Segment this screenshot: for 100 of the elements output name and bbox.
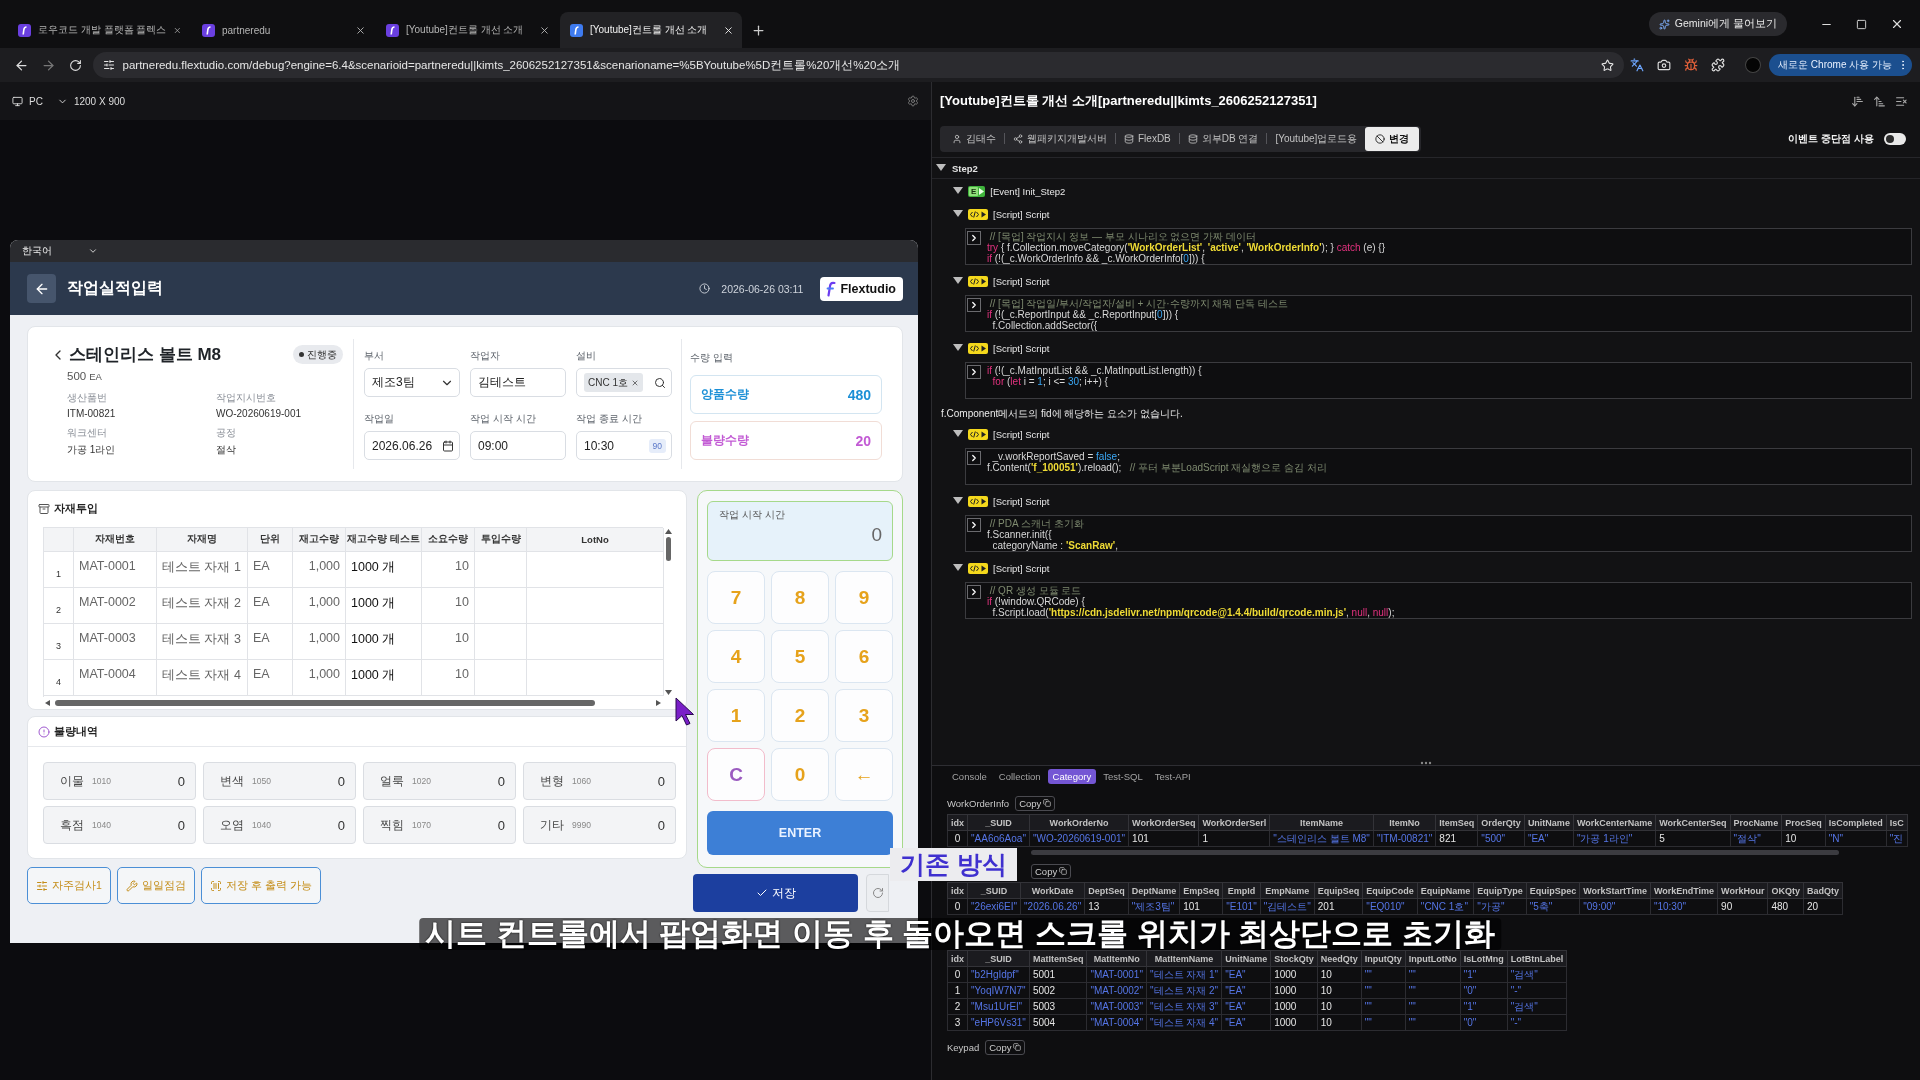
chevron-right-icon xyxy=(969,453,979,463)
toolbar-item[interactable]: 변경 xyxy=(1365,126,1420,151)
device-select[interactable]: PC xyxy=(12,95,43,107)
date-field[interactable]: 2026.06.26 xyxy=(364,431,460,460)
console-tab[interactable]: Console xyxy=(947,768,992,784)
maximize-icon[interactable] xyxy=(1856,18,1867,30)
close-icon[interactable] xyxy=(723,24,734,36)
save-button[interactable]: 저장 xyxy=(693,874,858,912)
gemini-button[interactable]: Gemini에게 물어보기 xyxy=(1648,12,1787,36)
back-icon[interactable] xyxy=(13,57,29,73)
caret-icon[interactable] xyxy=(953,430,963,438)
drag-handle-icon[interactable] xyxy=(1420,761,1432,765)
input-field[interactable]: 09:00 xyxy=(470,431,566,460)
forward-icon[interactable] xyxy=(40,57,56,73)
expand-button[interactable] xyxy=(967,518,981,532)
tree-item-label[interactable]: [Script] Script xyxy=(993,428,1050,440)
caret-icon[interactable] xyxy=(953,564,963,572)
vertical-scrollbar[interactable] xyxy=(663,527,674,697)
console-tab[interactable]: Test-SQL xyxy=(1098,768,1148,784)
tree-item-label[interactable]: [Event] Init_Step2 xyxy=(990,185,1066,197)
tree-item-label[interactable]: [Script] Script xyxy=(993,495,1050,507)
horizontal-scrollbar[interactable] xyxy=(1031,850,1839,855)
table-cell: 1000 xyxy=(1270,966,1318,983)
chevron-right-icon xyxy=(969,367,979,377)
defect-counter[interactable]: 얼룩 1020 0 xyxy=(363,762,516,800)
horizontal-scrollbar[interactable] xyxy=(43,697,663,709)
input-field[interactable]: 김테스트 xyxy=(470,368,566,397)
browser-tab[interactable]: 로우코드 개발 플랫폼 플렉스 xyxy=(8,12,190,48)
console-tab[interactable]: Collection xyxy=(993,768,1046,784)
back-button[interactable] xyxy=(27,274,56,303)
defect-counter[interactable]: 변형 1060 0 xyxy=(523,762,676,800)
toolbar-item[interactable]: 외부DB 연결 xyxy=(1179,125,1267,152)
tree-item-label[interactable]: [Script] Script xyxy=(993,275,1050,287)
sort-up-icon[interactable] xyxy=(1873,94,1886,108)
defect-counter[interactable]: 변색 1050 0 xyxy=(203,762,356,800)
table-cell: 101 xyxy=(1179,898,1223,915)
expand-button[interactable] xyxy=(967,451,981,465)
caret-icon[interactable] xyxy=(953,344,963,352)
quantity-box[interactable]: 양품수량 480 xyxy=(690,375,882,414)
star-icon[interactable] xyxy=(1600,58,1614,72)
caret-icon[interactable] xyxy=(953,277,963,285)
tree-item-label[interactable]: [Script] Script xyxy=(993,562,1050,574)
detail-label: 생산품번 xyxy=(67,391,108,405)
tree-item-label[interactable]: [Script] Script xyxy=(993,342,1050,354)
resolution-select[interactable]: 1200 X 900 xyxy=(56,95,126,107)
console-tab[interactable]: Category xyxy=(1047,768,1097,784)
translate-icon[interactable] xyxy=(1630,58,1645,72)
browser-tab[interactable]: partneredu xyxy=(192,12,374,48)
site-settings-icon[interactable] xyxy=(102,59,115,71)
update-button[interactable]: 새로운 Chrome 사용 가능 xyxy=(1769,54,1912,76)
script-badge-icon xyxy=(968,342,988,354)
table-cell: 10 xyxy=(1317,966,1362,983)
expand-button[interactable] xyxy=(967,231,981,245)
address-bar[interactable]: partneredu.flextudio.com/debug?engine=6.4&scenarioid=partneredu||kimts_2606252127351&scenarioname=%5BYoutube%5D컨트롤%20개선%20소개 xyxy=(92,52,1624,78)
tag-input-field[interactable]: CNC 1호 xyxy=(576,368,672,397)
defect-counter[interactable]: 기타 9990 0 xyxy=(523,806,676,844)
toolbar-item[interactable]: FlexDB xyxy=(1116,125,1179,152)
caret-icon[interactable] xyxy=(953,187,963,195)
defect-counter[interactable]: 이물 1010 0 xyxy=(43,762,196,800)
defect-code: 1040 xyxy=(252,820,271,830)
copy-button[interactable]: Copy xyxy=(985,1039,1026,1055)
time-field[interactable]: 10:30 90 xyxy=(576,431,672,460)
defect-counter[interactable]: 오염 1040 0 xyxy=(203,806,356,844)
expand-button[interactable] xyxy=(967,365,981,379)
language-select[interactable]: 한국어 xyxy=(22,244,98,258)
close-icon[interactable] xyxy=(355,24,366,36)
tag-chip[interactable]: CNC 1호 xyxy=(584,373,643,392)
copy-button[interactable]: Copy xyxy=(1031,863,1072,879)
enter-button[interactable]: ENTER xyxy=(707,811,893,855)
console-tab[interactable]: Test-API xyxy=(1149,768,1196,784)
quantity-box[interactable]: 불량수량 20 xyxy=(690,421,882,460)
breakpoint-toggle[interactable] xyxy=(1884,132,1906,145)
camera-icon[interactable] xyxy=(1657,58,1672,72)
close-icon[interactable] xyxy=(539,24,550,36)
toolbar-item[interactable]: 김태수 xyxy=(944,125,1004,152)
caret-icon[interactable] xyxy=(936,164,946,172)
sort-down-icon[interactable] xyxy=(1851,94,1864,108)
clear-list-icon[interactable] xyxy=(1895,94,1908,108)
toolbar-item[interactable]: 웹패키지개발서버 xyxy=(1005,125,1115,152)
keypad-key[interactable]: C xyxy=(707,748,765,801)
toolbar-item[interactable]: [Youtube]업로드용 xyxy=(1267,125,1366,152)
browser-tab[interactable]: [Youtube]컨트롤 개선 소개 xyxy=(376,12,558,48)
select-field[interactable]: 제조3팀 xyxy=(364,368,460,397)
caret-icon[interactable] xyxy=(953,497,963,505)
tree-item-label[interactable]: [Script] Script xyxy=(993,208,1050,220)
defect-counter[interactable]: 흑점 1040 0 xyxy=(43,806,196,844)
expand-button[interactable] xyxy=(967,298,981,312)
column-header: 투입수량 xyxy=(475,528,527,552)
column-header: _SUID xyxy=(967,882,1021,899)
logo-button[interactable]: Flextudio xyxy=(820,276,903,301)
settings-icon[interactable] xyxy=(907,95,919,107)
puzzle-icon[interactable] xyxy=(1710,58,1725,72)
expand-button[interactable] xyxy=(967,585,981,599)
reload-icon[interactable] xyxy=(68,58,82,72)
tree-item-label[interactable]: Step2 xyxy=(952,162,978,174)
bug-icon[interactable] xyxy=(1683,58,1698,72)
browser-tab[interactable]: [Youtube]컨트롤 개선 소개 xyxy=(560,12,742,48)
caret-icon[interactable] xyxy=(953,210,963,218)
copy-button[interactable]: Copy xyxy=(1015,795,1056,811)
defect-counter[interactable]: 찍힘 1070 0 xyxy=(363,806,516,844)
